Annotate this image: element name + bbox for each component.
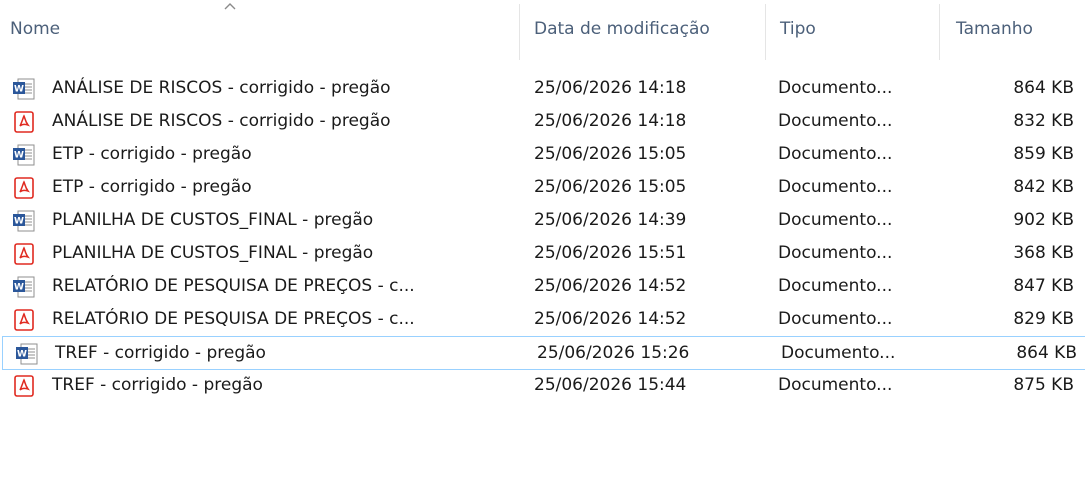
column-header-bar: Nome Data de modificação Tipo Tamanho (0, 0, 1085, 60)
file-size: 832 KB (1013, 111, 1074, 131)
file-type: Documento... (781, 343, 896, 363)
column-header-type[interactable]: Tipo (780, 0, 816, 60)
file-name: ETP - corrigido - pregão (52, 177, 252, 197)
file-size: 859 KB (1013, 144, 1074, 164)
file-row[interactable]: W ETP - corrigido - pregão 25/06/2026 15:0… (0, 138, 1085, 172)
file-type: Documento... (778, 243, 893, 263)
file-name: PLANILHA DE CUSTOS_FINAL - pregão (52, 210, 374, 230)
file-name: TREF - corrigido - pregão (55, 343, 266, 363)
file-row[interactable]: ANÁLISE DE RISCOS - corrigido - pregão 25… (0, 105, 1085, 139)
column-divider[interactable] (519, 4, 520, 60)
file-name: TREF - corrigido - pregão (52, 375, 263, 395)
svg-text:W: W (14, 283, 24, 293)
pdf-document-icon (12, 176, 36, 200)
file-modified-date: 25/06/2026 15:05 (534, 177, 687, 197)
file-name: ETP - corrigido - pregão (52, 144, 252, 164)
column-header-name[interactable]: Nome (10, 0, 60, 60)
file-modified-date: 25/06/2026 14:39 (534, 210, 687, 230)
column-header-size[interactable]: Tamanho (956, 0, 1033, 60)
file-type: Documento... (778, 144, 893, 164)
file-modified-date: 25/06/2026 14:18 (534, 111, 687, 131)
column-divider[interactable] (939, 4, 940, 60)
file-size: 829 KB (1013, 309, 1074, 329)
file-size: 368 KB (1013, 243, 1074, 263)
file-row[interactable]: RELATÓRIO DE PESQUISA DE PREÇOS - c... 25… (0, 303, 1085, 337)
file-name: RELATÓRIO DE PESQUISA DE PREÇOS - c... (52, 276, 415, 296)
pdf-document-icon (12, 242, 36, 266)
file-type: Documento... (778, 276, 893, 296)
file-type: Documento... (778, 309, 893, 329)
file-size: 864 KB (1016, 343, 1077, 363)
file-type: Documento... (778, 177, 893, 197)
file-row[interactable]: W PLANILHA DE CUSTOS_FINAL - pregão 25/06/… (0, 204, 1085, 238)
file-name: RELATÓRIO DE PESQUISA DE PREÇOS - c... (52, 309, 415, 329)
file-row[interactable]: PLANILHA DE CUSTOS_FINAL - pregão 25/06/2… (0, 237, 1085, 271)
file-row[interactable]: TREF - corrigido - pregão 25/06/2026 15:4… (0, 369, 1085, 403)
file-type: Documento... (778, 78, 893, 98)
file-row[interactable]: W RELATÓRIO DE PESQUISA DE PREÇOS - c... 2… (0, 270, 1085, 304)
svg-text:W: W (14, 217, 24, 227)
word-document-icon: W (12, 209, 36, 233)
file-modified-date: 25/06/2026 14:52 (534, 276, 687, 296)
file-name: PLANILHA DE CUSTOS_FINAL - pregão (52, 243, 374, 263)
pdf-document-icon (12, 308, 36, 332)
file-modified-date: 25/06/2026 15:05 (534, 144, 687, 164)
file-type: Documento... (778, 210, 893, 230)
word-document-icon: W (12, 143, 36, 167)
word-document-icon: W (12, 275, 36, 299)
file-type: Documento... (778, 111, 893, 131)
file-row[interactable]: W TREF - corrigido - pregão 25/06/2026 15:… (2, 336, 1085, 370)
file-modified-date: 25/06/2026 15:26 (537, 343, 690, 363)
column-header-date[interactable]: Data de modificação (534, 0, 710, 60)
pdf-document-icon (12, 110, 36, 134)
file-name: ANÁLISE DE RISCOS - corrigido - pregão (52, 78, 391, 98)
file-modified-date: 25/06/2026 14:52 (534, 309, 687, 329)
file-row[interactable]: W ANÁLISE DE RISCOS - corrigido - pregão 2… (0, 72, 1085, 106)
file-size: 847 KB (1013, 276, 1074, 296)
sort-up-arrow-icon[interactable] (222, 0, 238, 12)
svg-text:W: W (14, 85, 24, 95)
file-name: ANÁLISE DE RISCOS - corrigido - pregão (52, 111, 391, 131)
word-document-icon: W (15, 342, 39, 366)
file-type: Documento... (778, 375, 893, 395)
file-modified-date: 25/06/2026 15:44 (534, 375, 687, 395)
file-size: 842 KB (1013, 177, 1074, 197)
file-modified-date: 25/06/2026 14:18 (534, 78, 687, 98)
svg-text:W: W (14, 151, 24, 161)
file-size: 864 KB (1013, 78, 1074, 98)
file-row[interactable]: ETP - corrigido - pregão 25/06/2026 15:05… (0, 171, 1085, 205)
word-document-icon: W (12, 77, 36, 101)
svg-text:W: W (17, 350, 27, 360)
column-divider[interactable] (765, 4, 766, 60)
file-size: 875 KB (1013, 375, 1074, 395)
file-size: 902 KB (1013, 210, 1074, 230)
pdf-document-icon (12, 374, 36, 398)
file-modified-date: 25/06/2026 15:51 (534, 243, 687, 263)
